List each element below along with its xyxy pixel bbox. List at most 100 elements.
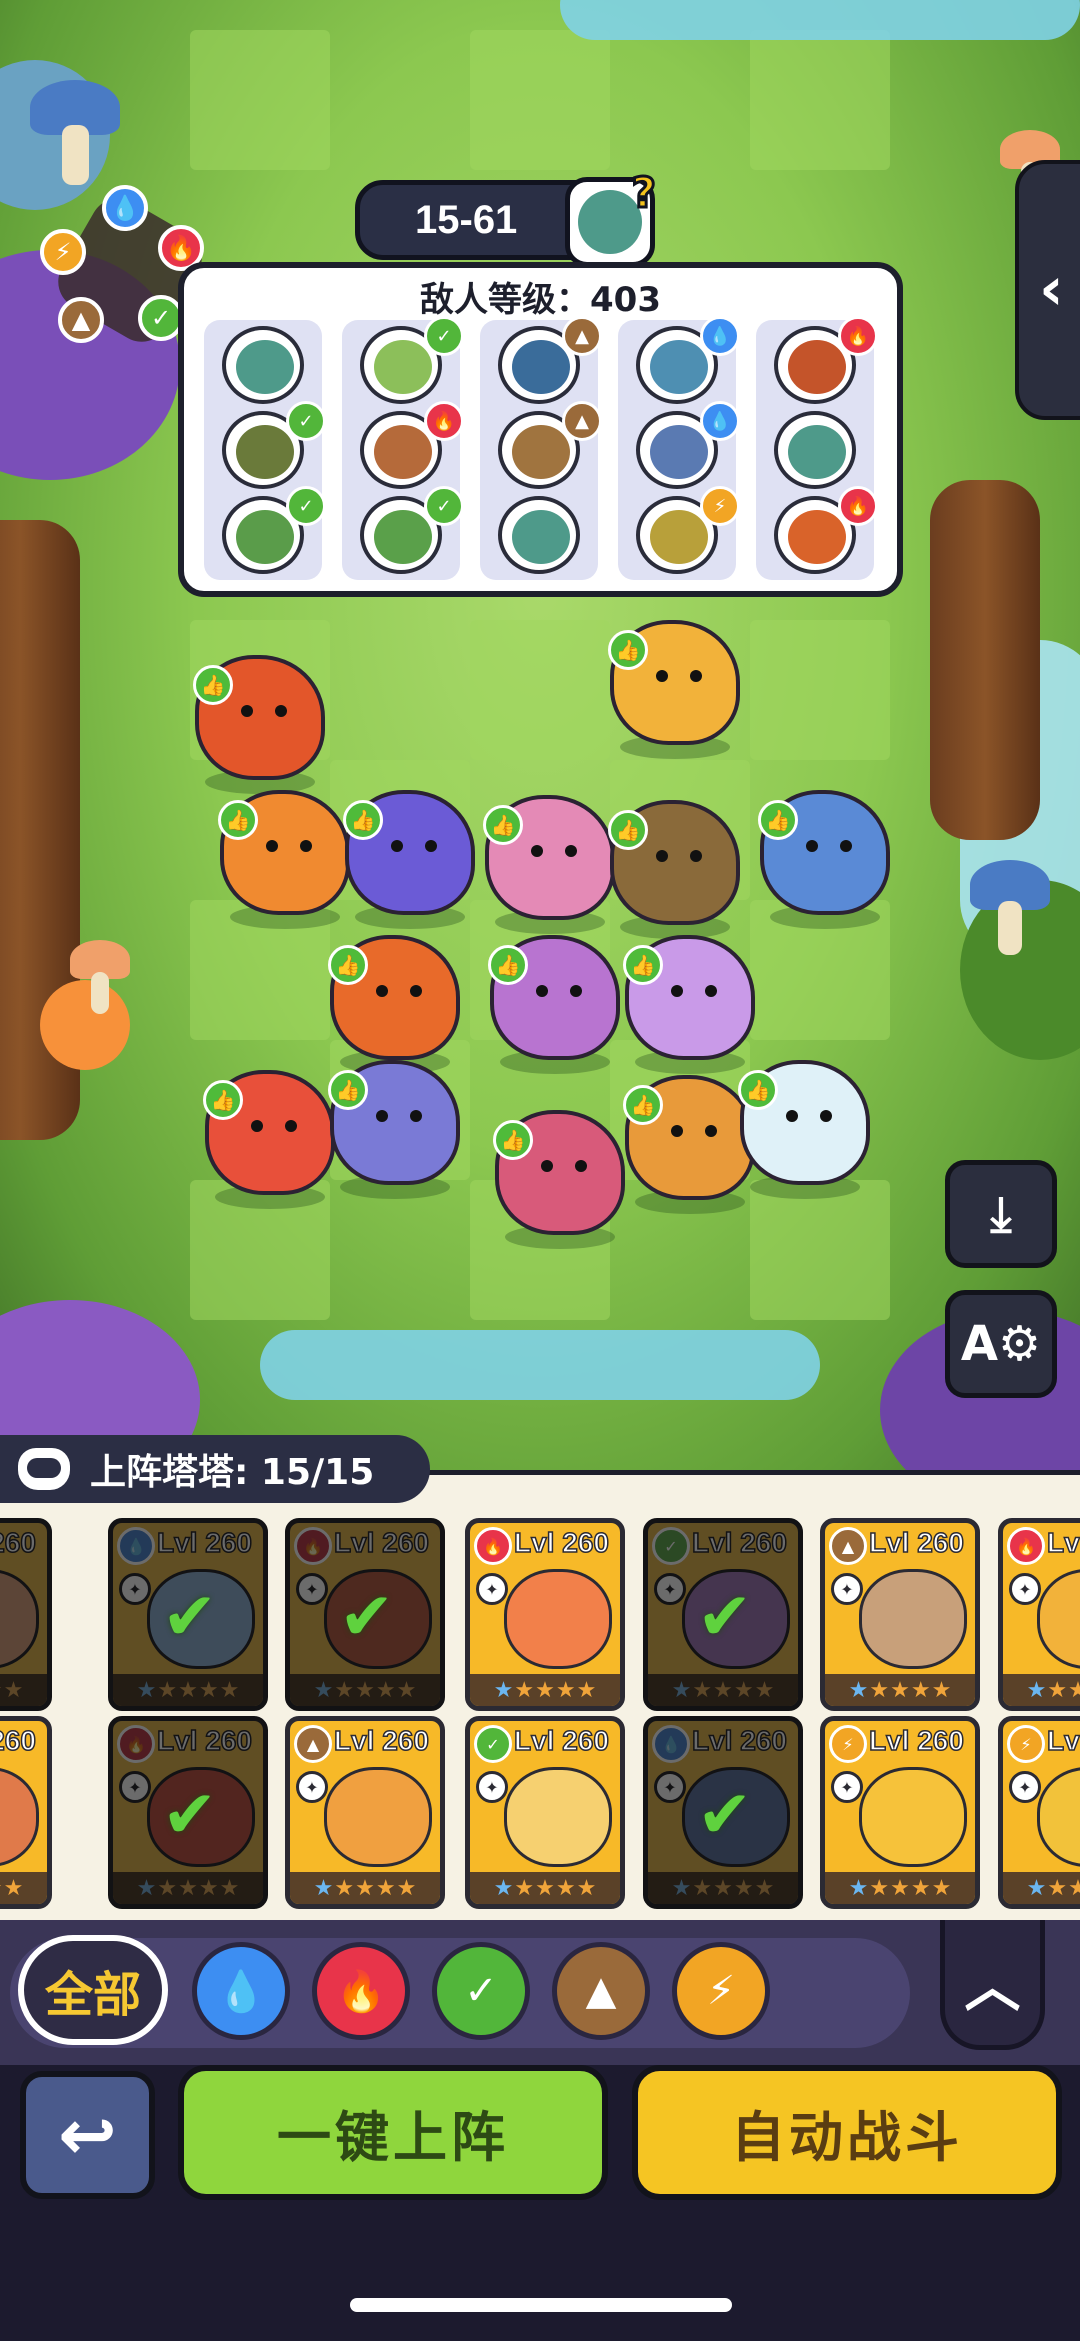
enemy-column: 💧 💧 ⚡ (618, 316, 740, 580)
hero-card[interactable]: ▲Lvl 260✦★★★★★ (285, 1716, 445, 1909)
hero-card[interactable]: ⚡Lvl 260✦ ★★★★★ (820, 1716, 980, 1909)
thumbs-up-icon: 👍 (623, 945, 663, 985)
hero-level: Lvl 260 (513, 1724, 609, 1757)
hero-card[interactable]: ▲Lvl 260✦ ★★★★★ (820, 1518, 980, 1711)
enemy-preview-panel: 敌人等级：403 ✓ ✓ ✓ 🔥 ✓ ▲ ▲ 💧 💧 ⚡ 🔥 🔥 (178, 262, 903, 597)
side-drawer-tab[interactable]: ‹ (1015, 160, 1080, 420)
hero-level: Lvl 260 (156, 1526, 252, 1559)
chevron-up-icon: ︿ (964, 1955, 1021, 2020)
hero-card[interactable]: ⚡Lvl 260✦ ★★★★★ (998, 1716, 1080, 1909)
thumbs-up-icon: 👍 (203, 1080, 243, 1120)
filter-grass-button[interactable]: ✓ (432, 1942, 530, 2040)
hero-card[interactable]: ✓Lvl 260✦ ★★★★★ (465, 1716, 625, 1909)
enemy-portrait (774, 411, 856, 489)
fire-element-icon: 🔥 (474, 1527, 512, 1565)
fire-element-icon: 🔥 (1007, 1527, 1045, 1565)
hero-level: Lvl 260 (691, 1526, 787, 1559)
role-icon: ✦ (831, 1573, 863, 1605)
role-icon: ✦ (119, 1771, 151, 1803)
enemy-column: ✓ 🔥 ✓ (342, 316, 464, 580)
filter-water-button[interactable]: 💧 (192, 1942, 290, 2040)
roster-count: 上阵塔塔: 15/15 (90, 1452, 375, 1493)
expand-roster-button[interactable]: ︿ (940, 1920, 1045, 2050)
water-element-icon: 💧 (117, 1527, 155, 1565)
enemy-portrait (498, 496, 580, 574)
enemy-column: ▲ ▲ (480, 316, 602, 580)
hero-card[interactable]: ✓Lvl 260✦★★★★★ (0, 1518, 52, 1711)
role-icon: ✦ (296, 1573, 328, 1605)
one-click-deploy-button[interactable]: 一键上阵 (178, 2065, 608, 2200)
hero-level: Lvl 260 (333, 1724, 429, 1757)
earth-element-icon: ▲ (562, 316, 602, 356)
element-filter-bar: 全部 💧 🔥 ✓ ▲ ⚡ ︿ (0, 1920, 1080, 2065)
auto-settings-button[interactable]: A⚙ (945, 1290, 1057, 1398)
hero-level: Lvl 260 (0, 1526, 37, 1559)
role-icon: ✦ (296, 1771, 328, 1803)
grass-element-icon: ✓ (652, 1527, 690, 1565)
water-element-icon: 💧 (652, 1725, 690, 1763)
boss-info-icon[interactable]: ? (565, 167, 658, 267)
star-rating: ★★★★★ (1003, 1872, 1080, 1904)
thumbs-up-icon: 👍 (493, 1120, 533, 1160)
thumbs-up-icon: 👍 (483, 805, 523, 845)
filter-all-button[interactable]: 全部 (18, 1935, 168, 2045)
star-rating: ★★★★★ (290, 1674, 440, 1706)
hero-card[interactable]: 🔥Lvl 260✦ ★★★★★ (465, 1518, 625, 1711)
hero-level: Lvl 260 (1046, 1724, 1080, 1757)
return-arrow-icon: ↩ (58, 2094, 117, 2176)
thumbs-up-icon: 👍 (608, 810, 648, 850)
enemy-level: 敌人等级：403 (420, 280, 661, 320)
auto-settings-icon: A⚙ (960, 1316, 1042, 1372)
role-icon: ✦ (1009, 1573, 1041, 1605)
filter-earth-button[interactable]: ▲ (552, 1942, 650, 2040)
deployed-check-icon: ✔ (697, 1578, 753, 1655)
filter-fire-button[interactable]: 🔥 (312, 1942, 410, 2040)
role-icon: ✦ (1009, 1771, 1041, 1803)
star-rating: ★★★★★ (0, 1674, 47, 1706)
light-element-icon: ⚡ (40, 229, 86, 275)
home-indicator[interactable] (350, 2298, 732, 2312)
water-element-icon: 💧 (700, 316, 740, 356)
download-lineup-button[interactable]: ⤓ (945, 1160, 1057, 1268)
hero-card[interactable]: ▲Lvl 260✦★★★★★ (0, 1716, 52, 1909)
enemy-column: ✓ ✓ (204, 320, 326, 580)
deployed-check-icon: ✔ (0, 1578, 1, 1655)
hero-level: Lvl 260 (513, 1526, 609, 1559)
filter-light-button[interactable]: ⚡ (672, 1942, 770, 2040)
earth-element-icon: ▲ (829, 1527, 867, 1565)
thumbs-up-icon: 👍 (328, 1070, 368, 1110)
back-button[interactable]: ↩ (20, 2071, 155, 2199)
auto-battle-button[interactable]: 自动战斗 (632, 2065, 1062, 2200)
deployed-check-icon: ✔ (697, 1776, 753, 1853)
role-icon: ✦ (831, 1771, 863, 1803)
enemy-column: 🔥 🔥 (756, 316, 878, 580)
hero-roster[interactable]: ✓Lvl 260✦★★★★★✔💧Lvl 260✦★★★★★✔🔥Lvl 260✦★… (0, 1470, 1080, 1920)
star-rating: ★★★★★ (470, 1872, 620, 1904)
role-icon: ✦ (476, 1771, 508, 1803)
hero-level: Lvl 260 (868, 1526, 964, 1559)
light-element-icon: ⚡ (1007, 1725, 1045, 1763)
role-icon: ✦ (119, 1573, 151, 1605)
light-element-icon: ⚡ (700, 486, 740, 526)
grass-element-icon: ✓ (286, 401, 326, 441)
grass-element-icon: ✓ (424, 486, 464, 526)
hero-level: Lvl 260 (333, 1526, 429, 1559)
earth-element-icon: ▲ (562, 401, 602, 441)
thumbs-up-icon: 👍 (343, 800, 383, 840)
grass-element-icon: ✓ (474, 1725, 512, 1763)
thumbs-up-icon: 👍 (623, 1085, 663, 1125)
thumbs-up-icon: 👍 (608, 630, 648, 670)
water-element-icon: 💧 (102, 185, 148, 231)
deployed-check-icon: ✔ (162, 1776, 218, 1853)
star-rating: ★★★★★ (825, 1872, 975, 1904)
fire-element-icon: 🔥 (838, 316, 878, 356)
deployed-check-icon: ✔ (162, 1578, 218, 1655)
star-rating: ★★★★★ (290, 1872, 440, 1904)
stage-badge: 15-61 ? (355, 167, 658, 267)
hero-level: Lvl 260 (868, 1724, 964, 1757)
star-rating: ★★★★★ (825, 1674, 975, 1706)
hero-card[interactable]: 🔥Lvl 260✦ ★★★★★ (998, 1518, 1080, 1711)
star-rating: ★★★★★ (470, 1674, 620, 1706)
stage-number: 15-61 (415, 197, 518, 242)
thumbs-up-icon: 👍 (738, 1070, 778, 1110)
